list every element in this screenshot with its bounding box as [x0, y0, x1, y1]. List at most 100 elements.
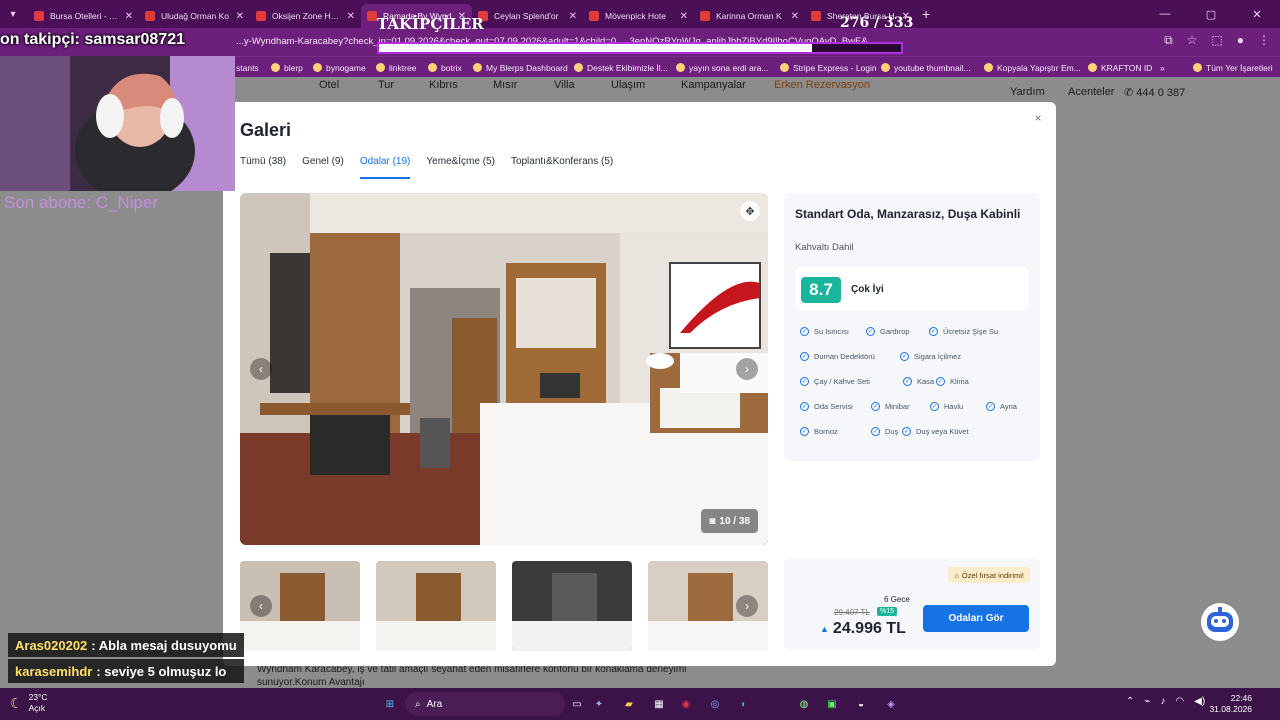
new-tab-button[interactable]: + — [922, 6, 930, 22]
tab-close-icon[interactable]: ✕ — [125, 11, 133, 22]
bookmark-star-icon[interactable]: ☆ — [1187, 33, 1198, 48]
taskbar-search[interactable]: ⌕ Ara — [405, 692, 565, 716]
browser-tab[interactable]: Karinna Orman K ✕ — [694, 4, 805, 28]
close-window-icon[interactable]: ✕ — [1234, 0, 1280, 28]
bookmark-item[interactable]: Tüm Yer İşaretleri — [1193, 60, 1273, 75]
check-circle-icon: ✓ — [800, 377, 809, 386]
copilot-icon[interactable]: ✦ — [590, 695, 608, 713]
wifi-icon[interactable]: ◠ — [1175, 696, 1184, 707]
tab-search-icon[interactable]: ▾ — [4, 5, 22, 23]
move-icon[interactable]: ✥ — [740, 201, 760, 221]
price-trend-icon: ▲ — [820, 624, 829, 634]
bookmark-icon — [676, 63, 685, 72]
bookmark-item[interactable]: Stripe Express - Login — [780, 60, 877, 75]
favicon-icon — [700, 11, 710, 21]
amenity-item: ✓ Bornoz — [800, 427, 838, 436]
start-icon[interactable]: ⊞ — [381, 695, 399, 713]
bookmark-item[interactable]: youtube thumbnail... — [881, 60, 971, 75]
bookmark-label: My Blerps Dashboard — [486, 62, 568, 73]
clock[interactable]: 22:46 31.08.2026 — [1209, 693, 1252, 715]
network-icon[interactable]: ⌁ — [1144, 696, 1150, 707]
thumbs-next-button[interactable]: › — [736, 595, 758, 617]
bookmark-icon — [984, 63, 993, 72]
amenity-label: Çay / Kahve Seti — [814, 377, 870, 386]
browser-tab[interactable]: Ceylan Splend'or ✕ — [472, 4, 583, 28]
bookmark-item[interactable]: Kopyala Yapıştır Em... — [984, 60, 1081, 75]
next-photo-button[interactable]: › — [736, 358, 758, 380]
follower-ticker: on takipçi: samsar08721 — [0, 31, 185, 48]
microphone-icon[interactable]: ♪ — [1160, 696, 1165, 707]
tab-close-icon[interactable]: ✕ — [680, 11, 688, 22]
gallery-tab[interactable]: Toplantı&Konferans (5) — [511, 156, 613, 179]
bookmark-item[interactable]: KRAFTON ID — [1088, 60, 1152, 75]
file-explorer-icon[interactable]: ▰ — [620, 695, 638, 713]
browser-tab[interactable]: Uludağ Orman Ko ✕ — [139, 4, 250, 28]
bookmark-item[interactable]: Destek Ekibimizle İl... — [574, 60, 668, 75]
share-icon[interactable]: ⧉ — [1164, 33, 1173, 48]
tab-close-icon[interactable]: ✕ — [791, 11, 799, 22]
check-circle-icon: ✓ — [800, 327, 809, 336]
bookmark-item[interactable]: » — [1160, 60, 1165, 75]
amenity-item: ✓ Klima — [936, 377, 969, 386]
gallery-tab[interactable]: Tümü (38) — [240, 156, 286, 179]
chevron-up-icon[interactable]: ⌃ — [1126, 696, 1134, 707]
obs-icon[interactable]: ◒ — [852, 695, 870, 713]
bookmark-item[interactable]: bynogame — [313, 60, 366, 75]
amenity-label: Duş — [885, 427, 899, 436]
browser-tab[interactable]: Bursa Otelleri - En ✕ — [28, 4, 139, 28]
gallery-thumbnail[interactable] — [512, 561, 632, 651]
bookmark-icon — [1193, 63, 1202, 72]
store-icon[interactable]: ▦ — [650, 695, 668, 713]
thumbs-prev-button[interactable]: ‹ — [250, 595, 272, 617]
check-circle-icon: ✓ — [866, 327, 875, 336]
thumbnail-strip: ‹ › — [240, 561, 768, 651]
webcam-illustration — [0, 56, 235, 191]
task-view-icon[interactable]: ▭ — [568, 695, 586, 713]
gallery-thumbnail[interactable] — [376, 561, 496, 651]
bookmark-label: stants — [236, 62, 259, 73]
chrome-icon[interactable]: ◉ — [677, 695, 695, 713]
browser-tab[interactable]: Mövenpick Hote ✕ — [583, 4, 694, 28]
gallery-tab[interactable]: Yeme&İçme (5) — [426, 156, 495, 179]
chatbot-button[interactable] — [1201, 603, 1239, 641]
gallery-modal: Galeri × Tümü (38) Genel (9) Odalar (19) Ye… — [223, 102, 1056, 666]
bookmark-item[interactable]: botrix — [428, 60, 462, 75]
bookmark-label: botrix — [441, 62, 462, 73]
minimize-icon[interactable]: — — [1142, 0, 1188, 28]
prev-photo-button[interactable]: ‹ — [250, 358, 272, 380]
view-rooms-button[interactable]: Odaları Gör — [923, 605, 1029, 632]
address-bar-actions: ⧉ ☆ ⬚ ● ⋮ — [1164, 33, 1270, 48]
edge-icon[interactable]: ◐ — [735, 695, 753, 713]
tab-close-icon[interactable]: ✕ — [569, 11, 577, 22]
tab-close-icon[interactable]: ✕ — [236, 11, 244, 22]
app-icon[interactable]: ◍ — [795, 695, 813, 713]
bookmark-item[interactable]: linktree — [376, 60, 416, 75]
bookmark-item[interactable]: My Blerps Dashboard — [473, 60, 568, 75]
price-value: 24.996 TL — [832, 620, 906, 637]
browser-tab[interactable]: Oksijen Zone Hote ✕ — [250, 4, 361, 28]
app-icon[interactable]: ▣ — [823, 695, 841, 713]
maximize-icon[interactable]: ▢ — [1188, 0, 1234, 28]
bookmark-item[interactable]: blerp — [271, 60, 303, 75]
bookmark-item[interactable]: yayın sona erdi ara... — [676, 60, 768, 75]
discord-icon[interactable]: ◎ — [706, 695, 724, 713]
weather-widget[interactable]: ☾ 23°C Açık — [10, 692, 48, 714]
close-icon[interactable]: × — [1030, 110, 1046, 126]
bookmark-icon — [1088, 63, 1097, 72]
menu-icon[interactable]: ⋮ — [1258, 33, 1270, 48]
bookmark-label: Stripe Express - Login — [793, 62, 877, 73]
extensions-icon[interactable]: ⬚ — [1211, 33, 1222, 48]
bookmark-icon — [473, 63, 482, 72]
chat-message: Aras020202: Abla mesaj dusuyomu — [8, 633, 244, 657]
volume-icon[interactable]: ◀) — [1194, 696, 1205, 707]
app-icon[interactable]: ◈ — [882, 695, 900, 713]
check-circle-icon: ✓ — [871, 402, 880, 411]
amenity-item: ✓ Oda Servisi — [800, 402, 853, 411]
amenity-item: ✓ Ayna — [986, 402, 1017, 411]
tab-close-icon[interactable]: ✕ — [347, 11, 355, 22]
bookmark-item[interactable]: stants — [236, 60, 259, 75]
gallery-tab[interactable]: Odalar (19) — [359, 156, 411, 179]
gallery-tab[interactable]: Genel (9) — [302, 156, 344, 179]
check-circle-icon: ✓ — [900, 352, 909, 361]
profile-icon[interactable]: ● — [1237, 33, 1244, 48]
